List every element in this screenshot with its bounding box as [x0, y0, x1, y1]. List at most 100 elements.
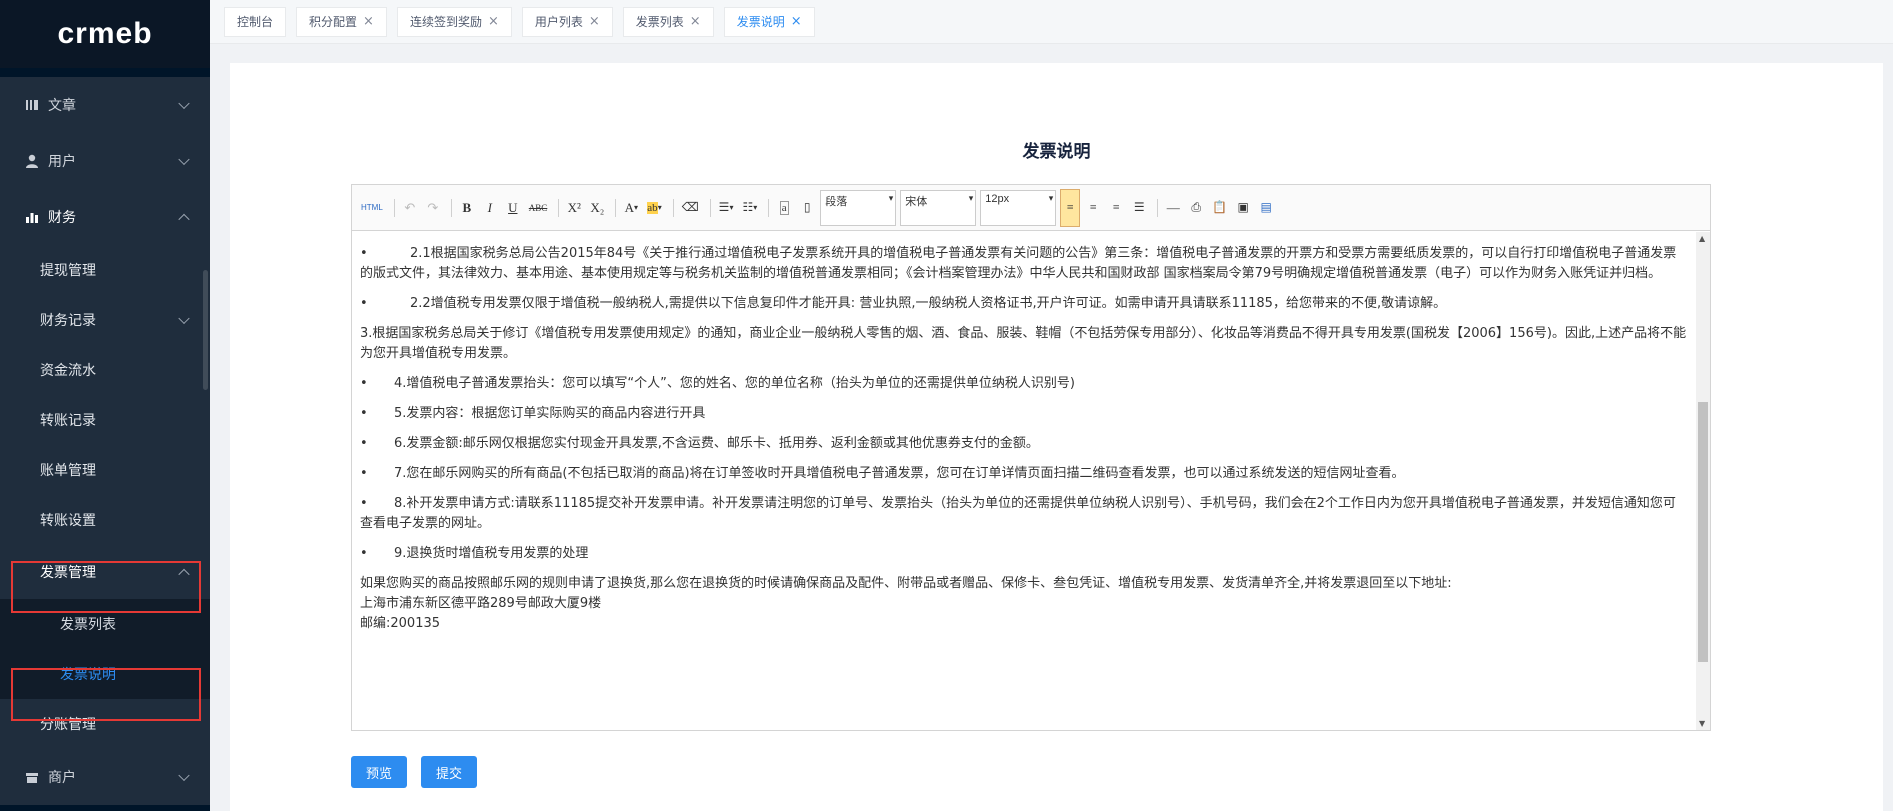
paragraph: 3.根据国家税务总局关于修订《增值税专用发票使用规定》的通知，商业企业一般纳税人…: [360, 324, 1688, 364]
ordered-list-icon: ☰: [718, 200, 730, 214]
tab-signin-reward[interactable]: 连续签到奖励 ×: [396, 6, 512, 37]
logo[interactable]: crmeb: [0, 0, 210, 68]
sidebar-item-finance-record[interactable]: 财务记录: [0, 295, 210, 345]
italic-button[interactable]: I: [480, 197, 500, 219]
editor-scrollbar-thumb[interactable]: [1698, 402, 1708, 662]
paragraph-select[interactable]: 段落: [820, 189, 897, 226]
scroll-down-icon[interactable]: ▼: [1699, 719, 1705, 728]
toolbar-separator: [615, 198, 617, 217]
bar-chart-icon: [26, 213, 38, 223]
sidebar-item-article[interactable]: 文章: [0, 77, 210, 133]
tab-label: 发票列表: [635, 15, 684, 29]
html-source-button[interactable]: HTML: [358, 197, 386, 219]
font-color-button[interactable]: A ▾: [621, 197, 641, 219]
image-icon: ▣: [1237, 200, 1249, 214]
sidebar-item-label: 资金流水: [40, 363, 96, 379]
page-button[interactable]: ▯: [797, 197, 817, 219]
highlight-invoice-mgmt: [11, 561, 201, 613]
tab-invoice-desc[interactable]: 发票说明 ×: [723, 6, 815, 37]
close-icon[interactable]: ×: [690, 14, 701, 29]
ordered-list-button[interactable]: ☰ ▾: [716, 197, 737, 219]
scroll-up-icon[interactable]: ▲: [1699, 234, 1705, 243]
tab-points-config[interactable]: 积分配置 ×: [296, 6, 387, 37]
clear-format-button[interactable]: ⌫: [679, 197, 702, 219]
highlight-color-button[interactable]: ab ▾: [644, 197, 664, 219]
sidebar-item-transfer-record[interactable]: 转账记录: [0, 395, 210, 445]
print-icon: ⎙: [1191, 200, 1202, 214]
align-right-button[interactable]: ≡: [1106, 197, 1126, 219]
editor-scrollbar[interactable]: ▲ ▼: [1696, 232, 1710, 730]
align-justify-icon: ☰: [1133, 200, 1145, 214]
closing-address: 上海市浦东新区德平路289号邮政大厦9楼: [360, 596, 602, 611]
closing-line: 如果您购买的商品按照邮乐网的规则申请了退换货,那么您在退换货的时候请确保商品及配…: [360, 576, 1452, 591]
sidebar-item-merchant[interactable]: 商户: [0, 749, 210, 805]
video-button[interactable]: ▤: [1256, 197, 1276, 219]
paragraph: 9.退换货时增值税专用发票的处理: [360, 544, 1688, 564]
bold-button[interactable]: B: [457, 197, 477, 219]
paragraph-text: 5.发票内容：根据您订单实际购买的商品内容进行开具: [394, 406, 706, 421]
preview-button[interactable]: 预览: [351, 756, 407, 788]
close-icon[interactable]: ×: [791, 14, 802, 29]
undo-icon: ↶: [404, 199, 416, 215]
close-icon[interactable]: ×: [488, 14, 499, 29]
align-left-button[interactable]: ≡: [1060, 188, 1081, 227]
tab-user-list[interactable]: 用户列表 ×: [521, 6, 613, 37]
undo-button[interactable]: ↶: [400, 197, 420, 219]
tab-label: 连续签到奖励: [409, 15, 482, 29]
bullet: [360, 544, 390, 564]
sidebar-item-label: 转账设置: [40, 513, 96, 529]
page-title: 发票说明: [1022, 142, 1091, 162]
editor-content[interactable]: 2.1根据国家税务总局公告2015年84号《关于推行通过增值税电子发票系统开具的…: [352, 232, 1696, 730]
subscript-button[interactable]: X₂: [587, 197, 607, 219]
paragraph-select-value: 段落: [825, 195, 848, 208]
toolbar-separator: [393, 198, 395, 217]
align-center-button[interactable]: ≡: [1083, 197, 1103, 219]
sidebar-item-transfer-settings[interactable]: 转账设置: [0, 495, 210, 545]
paragraph: 4.增值税电子普通发票抬头：您可以填写“个人”、您的姓名、您的单位名称（抬头为单…: [360, 374, 1688, 394]
image-button[interactable]: ▣: [1233, 197, 1253, 219]
redo-icon: ↷: [427, 199, 439, 215]
eraser-icon: ⌫: [681, 200, 699, 214]
sidebar-item-withdraw[interactable]: 提现管理: [0, 245, 210, 295]
user-icon: [26, 154, 38, 168]
print-button[interactable]: ⎙: [1186, 197, 1206, 219]
font-size-select-value: 12px: [985, 192, 1010, 205]
horizontal-rule-button[interactable]: —: [1163, 197, 1183, 219]
align-center-icon: ≡: [1089, 200, 1097, 214]
sidebar-item-label: 提现管理: [40, 263, 96, 279]
paragraph-text: 2.1根据国家税务总局公告2015年84号《关于推行通过增值税电子发票系统开具的…: [360, 246, 1677, 281]
superscript-button[interactable]: X²: [564, 197, 584, 219]
font-size-select[interactable]: 12px: [980, 189, 1057, 226]
chevron-down-icon: ▾: [633, 203, 638, 212]
paragraph: 6.发票金额:邮乐网仅根据您实付现金开具发票,不含运费、邮乐卡、抵用券、返利金额…: [360, 434, 1688, 454]
sidebar-item-finance[interactable]: 财务: [0, 189, 210, 245]
font-family-select[interactable]: 宋体: [900, 189, 977, 226]
sidebar-scrollbar[interactable]: [203, 270, 208, 390]
redo-button[interactable]: ↷: [423, 197, 443, 219]
underline-button[interactable]: U: [503, 197, 523, 219]
close-icon[interactable]: ×: [363, 14, 374, 29]
font-color-label: A: [624, 199, 634, 215]
sidebar-item-label: 发票列表: [60, 617, 116, 633]
sidebar-item-capital-flow[interactable]: 资金流水: [0, 345, 210, 395]
tab-invoice-list[interactable]: 发票列表 ×: [622, 6, 714, 37]
align-justify-button[interactable]: ☰: [1129, 197, 1149, 219]
paragraph-format-button[interactable]: a: [774, 197, 794, 219]
chevron-down-icon: [178, 97, 190, 110]
tab-label: 控制台: [237, 15, 274, 29]
sidebar-item-bill[interactable]: 账单管理: [0, 445, 210, 495]
sidebar-item-label: 转账记录: [40, 413, 96, 429]
strikethrough-button[interactable]: ABC: [526, 197, 551, 219]
paragraph: 2.2增值税专用发票仅限于增值税一般纳税人,需提供以下信息复印件才能开具: 营业…: [360, 294, 1688, 314]
paragraph-text: 7.您在邮乐网购买的所有商品(不包括已取消的商品)将在订单签收时开具增值税电子普…: [394, 466, 1405, 481]
submit-button[interactable]: 提交: [421, 756, 477, 788]
unordered-list-button[interactable]: ☷ ▾: [739, 197, 760, 219]
close-icon[interactable]: ×: [589, 14, 600, 29]
tab-dashboard[interactable]: 控制台: [224, 6, 287, 37]
sidebar-item-label: 财务记录: [40, 313, 96, 329]
bullet: [360, 404, 390, 424]
editor-toolbar: HTML ↶ ↷ B I U ABC X² X₂ A ▾ ab ▾ ⌫ ☰ ▾ ☷ ▾ …: [352, 185, 1710, 231]
horizontal-rule-icon: —: [1166, 199, 1180, 215]
paste-button[interactable]: 📋: [1209, 197, 1230, 219]
sidebar-item-user[interactable]: 用户: [0, 133, 210, 189]
